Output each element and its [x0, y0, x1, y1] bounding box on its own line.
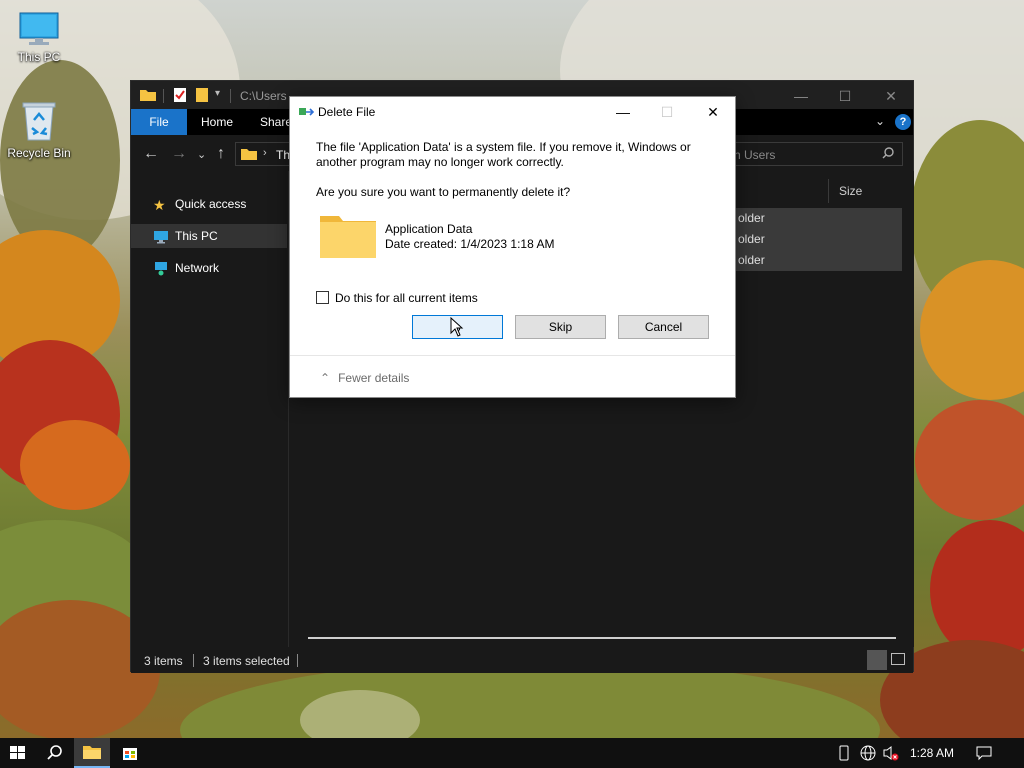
chevron-up-icon: ⌃ — [320, 371, 331, 385]
star-icon: ★ — [153, 197, 166, 213]
table-row[interactable]: older — [736, 208, 902, 229]
maximize-button[interactable]: ☐ — [644, 101, 690, 123]
checkbox-box[interactable] — [316, 291, 329, 304]
desktop-icon-recycle-bin[interactable]: Recycle Bin — [1, 100, 77, 160]
fewer-details-toggle[interactable]: ⌃ Fewer details — [320, 371, 409, 385]
search-icon — [882, 147, 894, 162]
minimize-button[interactable]: — — [600, 101, 646, 123]
recent-locations-button[interactable]: ⌄ — [197, 148, 206, 161]
up-button[interactable]: ↑ — [217, 145, 225, 163]
notifications-icon[interactable] — [976, 745, 992, 764]
fewer-details-label: Fewer details — [338, 371, 410, 385]
chevron-right-icon: › — [263, 147, 267, 159]
system-clock[interactable]: 1:28 AM — [910, 746, 954, 760]
window-title: C:\Users — [240, 89, 287, 103]
usb-icon[interactable] — [838, 745, 850, 764]
delete-file-icon — [299, 106, 315, 121]
minimize-button[interactable]: — — [781, 85, 821, 107]
recycle-bin-icon — [21, 100, 57, 142]
tab-home[interactable]: Home — [187, 109, 247, 135]
tab-file[interactable]: File — [131, 109, 187, 135]
search-placeholder: h Users — [734, 148, 776, 162]
horizontal-scrollbar[interactable] — [308, 637, 896, 639]
status-bar: 3 items 3 items selected — [131, 647, 913, 673]
close-button[interactable]: ✕ — [871, 85, 911, 107]
nav-item-network[interactable]: Network — [131, 256, 287, 280]
folder-icon — [319, 213, 377, 262]
network-icon — [153, 260, 169, 284]
item-count: 3 items — [144, 654, 183, 668]
dialog-title: Delete File — [318, 105, 376, 119]
start-button[interactable] — [0, 738, 36, 768]
forward-button[interactable]: → — [171, 145, 187, 163]
expand-ribbon-icon[interactable]: ⌄ — [875, 114, 885, 128]
customize-qa-icon[interactable]: ▾ — [215, 88, 220, 99]
skip-button[interactable]: Skip — [515, 315, 606, 339]
monitor-icon — [153, 228, 169, 252]
nav-item-this-pc[interactable]: This PC — [131, 224, 287, 248]
maximize-button[interactable]: ☐ — [825, 85, 865, 107]
dialog-divider — [290, 355, 735, 356]
nav-item-quick-access[interactable]: ★ Quick access — [131, 192, 287, 216]
close-button[interactable]: ✕ — [690, 101, 736, 123]
volume-muted-icon[interactable] — [882, 745, 900, 764]
large-icons-view-button[interactable] — [891, 653, 905, 665]
dialog-question: Are you sure you want to permanently del… — [316, 185, 571, 199]
file-date-created: Date created: 1/4/2023 1:18 AM — [385, 237, 555, 251]
cancel-button[interactable]: Cancel — [618, 315, 709, 339]
table-row[interactable]: older — [736, 250, 902, 271]
search-button[interactable] — [36, 738, 72, 768]
mouse-cursor-icon — [450, 316, 464, 340]
file-name: Application Data — [385, 222, 473, 236]
nav-item-label: This PC — [175, 229, 218, 243]
nav-item-label: Quick access — [175, 197, 247, 211]
properties-icon[interactable] — [173, 87, 187, 106]
breadcrumb[interactable]: Th — [276, 148, 290, 162]
selected-count: 3 items selected — [203, 654, 290, 668]
back-button[interactable]: ← — [143, 145, 159, 163]
nav-item-label: Network — [175, 261, 220, 275]
dialog-message: The file 'Application Data' is a system … — [316, 140, 691, 169]
folder-icon — [139, 87, 157, 106]
checkbox-label: Do this for all current items — [335, 291, 478, 305]
help-icon[interactable]: ? — [895, 114, 911, 130]
taskbar: 1:28 AM — [0, 738, 1024, 768]
new-folder-icon[interactable] — [195, 87, 209, 106]
desktop-icon-this-pc[interactable]: This PC — [1, 12, 77, 64]
search-input[interactable]: h Users — [731, 142, 903, 166]
delete-file-dialog: Delete File — ☐ ✕ The file 'Application … — [289, 96, 736, 398]
monitor-icon — [18, 12, 60, 46]
details-view-button[interactable] — [867, 650, 887, 670]
desktop-icon-label: This PC — [17, 50, 61, 64]
network-globe-icon[interactable] — [860, 745, 876, 764]
store-icon[interactable] — [112, 738, 148, 768]
desktop-icon-label: Recycle Bin — [7, 146, 71, 160]
apply-to-all-checkbox[interactable]: Do this for all current items — [316, 291, 478, 305]
folder-icon — [240, 147, 258, 164]
taskbar-file-explorer[interactable] — [74, 738, 110, 768]
column-header-size[interactable]: Size — [828, 179, 908, 203]
navigation-pane: ★ Quick access This PC Network — [131, 171, 289, 647]
table-row[interactable]: older — [736, 229, 902, 250]
